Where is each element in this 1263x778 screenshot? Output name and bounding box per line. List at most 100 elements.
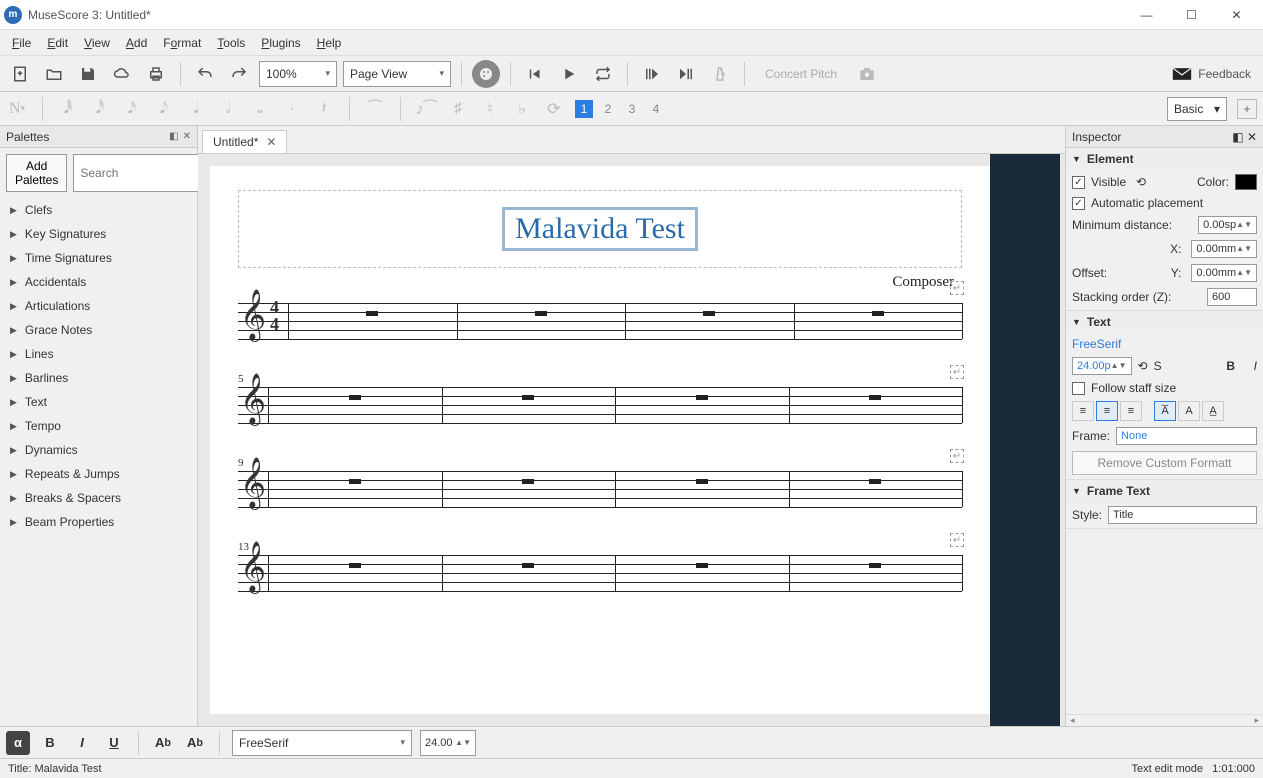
reset-size-icon[interactable]: ⟲: [1138, 359, 1148, 373]
align-center-button[interactable]: ≡: [1096, 401, 1118, 421]
valign-top-button[interactable]: A̅: [1154, 401, 1176, 421]
palette-item-clefs[interactable]: ▶Clefs: [0, 198, 197, 222]
title-frame[interactable]: Malavida Test: [238, 190, 962, 268]
metronome-icon[interactable]: [706, 60, 734, 88]
palette-item-time-signatures[interactable]: ▶Time Signatures: [0, 246, 197, 270]
system-break-icon[interactable]: ↵: [950, 365, 964, 379]
bold-button-2[interactable]: B: [38, 731, 62, 755]
palette-item-breaks-spacers[interactable]: ▶Breaks & Spacers: [0, 486, 197, 510]
sharp-icon[interactable]: ♯: [447, 98, 469, 120]
font-combo[interactable]: FreeSerif▾: [232, 730, 412, 756]
menu-add[interactable]: Add: [118, 33, 155, 53]
note-quarter-icon[interactable]: 𝅘𝅥: [185, 98, 207, 120]
palette-item-grace-notes[interactable]: ▶Grace Notes: [0, 318, 197, 342]
feedback-button[interactable]: Feedback: [1166, 67, 1257, 81]
offset-y-field[interactable]: 0.00mm▲▼: [1191, 264, 1257, 282]
palette-icon[interactable]: [472, 60, 500, 88]
palette-item-tempo[interactable]: ▶Tempo: [0, 414, 197, 438]
palettes-close-icon[interactable]: ✕: [183, 131, 191, 142]
concert-pitch-button[interactable]: Concert Pitch: [755, 67, 847, 81]
autoplace-checkbox[interactable]: ✓: [1072, 197, 1085, 210]
palette-item-beam-properties[interactable]: ▶Beam Properties: [0, 510, 197, 534]
camera-icon[interactable]: [853, 60, 881, 88]
play-icon[interactable]: [555, 60, 583, 88]
note-64th-icon[interactable]: 𝅘𝅥𝅱: [57, 98, 79, 120]
offset-x-field[interactable]: 0.00mm▲▼: [1191, 240, 1257, 258]
menu-edit[interactable]: Edit: [39, 33, 76, 53]
tab-close-icon[interactable]: ✕: [266, 135, 276, 149]
note-8th-icon[interactable]: 𝅘𝅥𝅮: [153, 98, 175, 120]
minimize-button[interactable]: —: [1124, 1, 1169, 29]
palette-item-repeats-jumps[interactable]: ▶Repeats & Jumps: [0, 462, 197, 486]
note-half-icon[interactable]: 𝅗𝅥: [217, 98, 239, 120]
loop-in-icon[interactable]: [638, 60, 666, 88]
rest-icon[interactable]: 𝄽: [313, 98, 335, 120]
mindist-field[interactable]: 0.00sp▲▼: [1198, 216, 1257, 234]
note-dot-icon[interactable]: ·: [281, 98, 303, 120]
inspector-scrollbar[interactable]: ◂▸: [1066, 714, 1263, 726]
palette-item-barlines[interactable]: ▶Barlines: [0, 366, 197, 390]
system-break-icon[interactable]: ↵: [950, 533, 964, 547]
title-textbox[interactable]: Malavida Test: [502, 207, 698, 251]
section-frame-text[interactable]: ▼Frame Text: [1066, 480, 1263, 502]
font-size-combo[interactable]: 24.00▲▼: [420, 730, 476, 756]
superscript-button[interactable]: Ab: [183, 731, 207, 755]
palette-item-text[interactable]: ▶Text: [0, 390, 197, 414]
palette-item-articulations[interactable]: ▶Articulations: [0, 294, 197, 318]
note-32nd-icon[interactable]: 𝅘𝅥𝅰: [89, 98, 111, 120]
view-mode-combo[interactable]: Page View▾: [343, 61, 451, 87]
open-icon[interactable]: [40, 60, 68, 88]
font-link[interactable]: FreeSerif: [1072, 337, 1121, 351]
section-element[interactable]: ▼Element: [1066, 148, 1263, 170]
valign-bot-button[interactable]: A̲: [1202, 401, 1224, 421]
note-16th-icon[interactable]: 𝅘𝅥𝅯: [121, 98, 143, 120]
staff-system[interactable]: 5↵𝄞: [238, 387, 962, 423]
voice-4[interactable]: 4: [647, 100, 665, 118]
voice-1[interactable]: 1: [575, 100, 593, 118]
align-left-button[interactable]: ≡: [1072, 401, 1094, 421]
italic-button[interactable]: I: [1254, 359, 1257, 373]
new-icon[interactable]: [6, 60, 34, 88]
color-picker[interactable]: [1235, 174, 1257, 190]
rewind-icon[interactable]: [521, 60, 549, 88]
note-whole-icon[interactable]: 𝅝: [249, 98, 271, 120]
inspector-undock-icon[interactable]: ◧: [1232, 130, 1243, 144]
voice-2[interactable]: 2: [599, 100, 617, 118]
alpha-button[interactable]: α: [6, 731, 30, 755]
menu-file[interactable]: File: [4, 33, 39, 53]
reset-icon[interactable]: ⟲: [1136, 175, 1146, 189]
visible-checkbox[interactable]: ✓: [1072, 176, 1085, 189]
menu-tools[interactable]: Tools: [209, 33, 253, 53]
s-button[interactable]: S: [1154, 359, 1162, 373]
save-icon[interactable]: [74, 60, 102, 88]
align-right-button[interactable]: ≡: [1120, 401, 1142, 421]
redo-icon[interactable]: [225, 60, 253, 88]
add-workspace-button[interactable]: +: [1237, 99, 1257, 119]
loop-icon[interactable]: [589, 60, 617, 88]
section-text[interactable]: ▼Text: [1066, 311, 1263, 333]
menu-view[interactable]: View: [76, 33, 118, 53]
undo-icon[interactable]: [191, 60, 219, 88]
staff-system[interactable]: 9↵𝄞: [238, 471, 962, 507]
palettes-undock-icon[interactable]: ◧: [169, 131, 178, 142]
follow-staff-checkbox[interactable]: [1072, 382, 1085, 395]
flip-icon[interactable]: ⟳: [543, 98, 565, 120]
composer-text[interactable]: Composer: [238, 274, 962, 291]
palette-item-lines[interactable]: ▶Lines: [0, 342, 197, 366]
loop-out-icon[interactable]: [672, 60, 700, 88]
bold-button[interactable]: B: [1226, 359, 1235, 373]
valign-mid-button[interactable]: A: [1178, 401, 1200, 421]
system-break-icon[interactable]: ↵: [950, 449, 964, 463]
menu-plugins[interactable]: Plugins: [253, 33, 308, 53]
voice-3[interactable]: 3: [623, 100, 641, 118]
slur-icon[interactable]: ♪⁀: [415, 98, 437, 120]
underline-button[interactable]: U: [102, 731, 126, 755]
score-page[interactable]: Malavida Test Composer ↵𝄞445↵𝄞9↵𝄞13↵𝄞: [210, 166, 990, 714]
staff-system[interactable]: ↵𝄞44: [238, 303, 962, 339]
remove-formatting-button[interactable]: Remove Custom Formatt: [1072, 451, 1257, 475]
menu-format[interactable]: Format: [155, 33, 209, 53]
palette-item-key-signatures[interactable]: ▶Key Signatures: [0, 222, 197, 246]
zoom-combo[interactable]: 100%▾: [259, 61, 337, 87]
font-size-field[interactable]: 24.00p▲▼: [1072, 357, 1132, 375]
workspace-combo[interactable]: Basic▾: [1167, 97, 1227, 121]
